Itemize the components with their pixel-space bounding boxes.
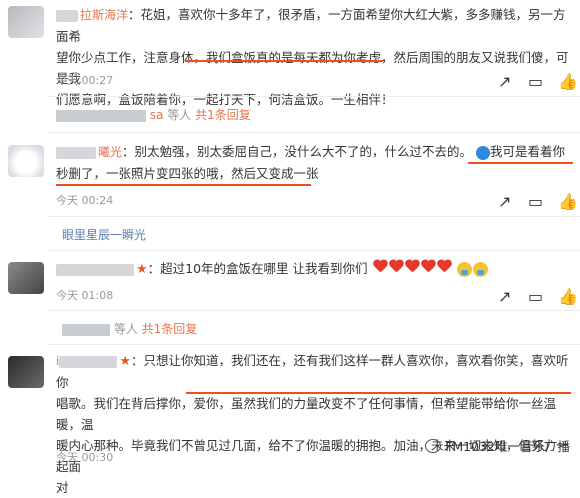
divider bbox=[48, 96, 580, 97]
comment-icon[interactable]: ▭ bbox=[528, 72, 543, 91]
username-link[interactable]: 眼里星辰一瞬光 bbox=[62, 228, 146, 242]
timestamp: 今天 00:30 bbox=[56, 451, 114, 464]
highlight-underline bbox=[468, 162, 573, 164]
divider bbox=[48, 216, 580, 217]
divider bbox=[48, 250, 580, 251]
crying-emoji-icon bbox=[472, 262, 488, 277]
reply-summary: 等人 共1条回复 bbox=[62, 320, 580, 337]
username-link[interactable]: ★ bbox=[56, 262, 148, 277]
avatar[interactable] bbox=[8, 356, 44, 388]
comment-actions: ↗ ▭ 👍 bbox=[498, 192, 578, 211]
view-replies-link[interactable]: 共1条回复 bbox=[142, 322, 198, 336]
comment-text: 拉斯海洋：花姐，喜欢你十多年了，很矛盾，一方面希望你大红大紫，多多赚钱，另一方面… bbox=[56, 7, 569, 107]
username-link[interactable]: 曦光 bbox=[56, 145, 122, 159]
highlight-underline bbox=[186, 392, 571, 394]
forward-icon[interactable]: ↗ bbox=[498, 287, 512, 306]
watermark: FM1032唯一音乐广播 bbox=[425, 436, 570, 455]
divider bbox=[48, 310, 580, 311]
username-link[interactable]: i ★ bbox=[56, 354, 131, 369]
avatar[interactable] bbox=[8, 262, 44, 294]
comment-actions: ↗ ▭ 👍 bbox=[498, 72, 578, 91]
comment-actions: ↗ ▭ 👍 bbox=[498, 287, 578, 306]
avatar[interactable] bbox=[8, 6, 44, 38]
reply-summary: 眼里星辰一瞬光 bbox=[62, 226, 580, 243]
timestamp: 今天 00:24 bbox=[56, 194, 114, 207]
avatar[interactable] bbox=[8, 145, 44, 177]
view-replies-link[interactable]: 共1条回复 bbox=[195, 108, 251, 122]
like-icon[interactable]: 👍 bbox=[558, 72, 578, 91]
timestamp: 今天 00:27 bbox=[56, 74, 114, 87]
divider bbox=[48, 132, 580, 133]
vip-star-icon: ★ bbox=[119, 354, 131, 369]
like-icon[interactable]: 👍 bbox=[558, 287, 578, 306]
username-link[interactable]: 拉斯海洋 bbox=[56, 8, 128, 22]
wechat-icon bbox=[425, 438, 442, 453]
comment-text: ★：超过10年的盒饭在哪里 让我看到你们 bbox=[56, 258, 576, 280]
highlight-underline bbox=[185, 60, 383, 62]
crying-emoji-icon bbox=[456, 262, 472, 277]
like-icon[interactable]: 👍 bbox=[558, 192, 578, 211]
vip-star-icon: ★ bbox=[136, 262, 148, 277]
comment-icon[interactable]: ▭ bbox=[528, 192, 543, 211]
heart-emoji-icon bbox=[372, 261, 452, 276]
divider bbox=[48, 344, 580, 345]
comment-text: i ★：只想让你知道，我们还在，还有我们这样一群人喜欢你，喜欢看你笑，喜欢听你 唱… bbox=[56, 353, 569, 495]
comment-icon[interactable]: ▭ bbox=[528, 287, 543, 306]
highlight-underline bbox=[56, 184, 311, 186]
timestamp: 今天 01:08 bbox=[56, 289, 114, 302]
forward-icon[interactable]: ↗ bbox=[498, 72, 512, 91]
reply-summary: sa 等人 共1条回复 bbox=[56, 106, 580, 123]
forward-icon[interactable]: ↗ bbox=[498, 192, 512, 211]
doraemon-emoji-icon bbox=[476, 145, 491, 160]
